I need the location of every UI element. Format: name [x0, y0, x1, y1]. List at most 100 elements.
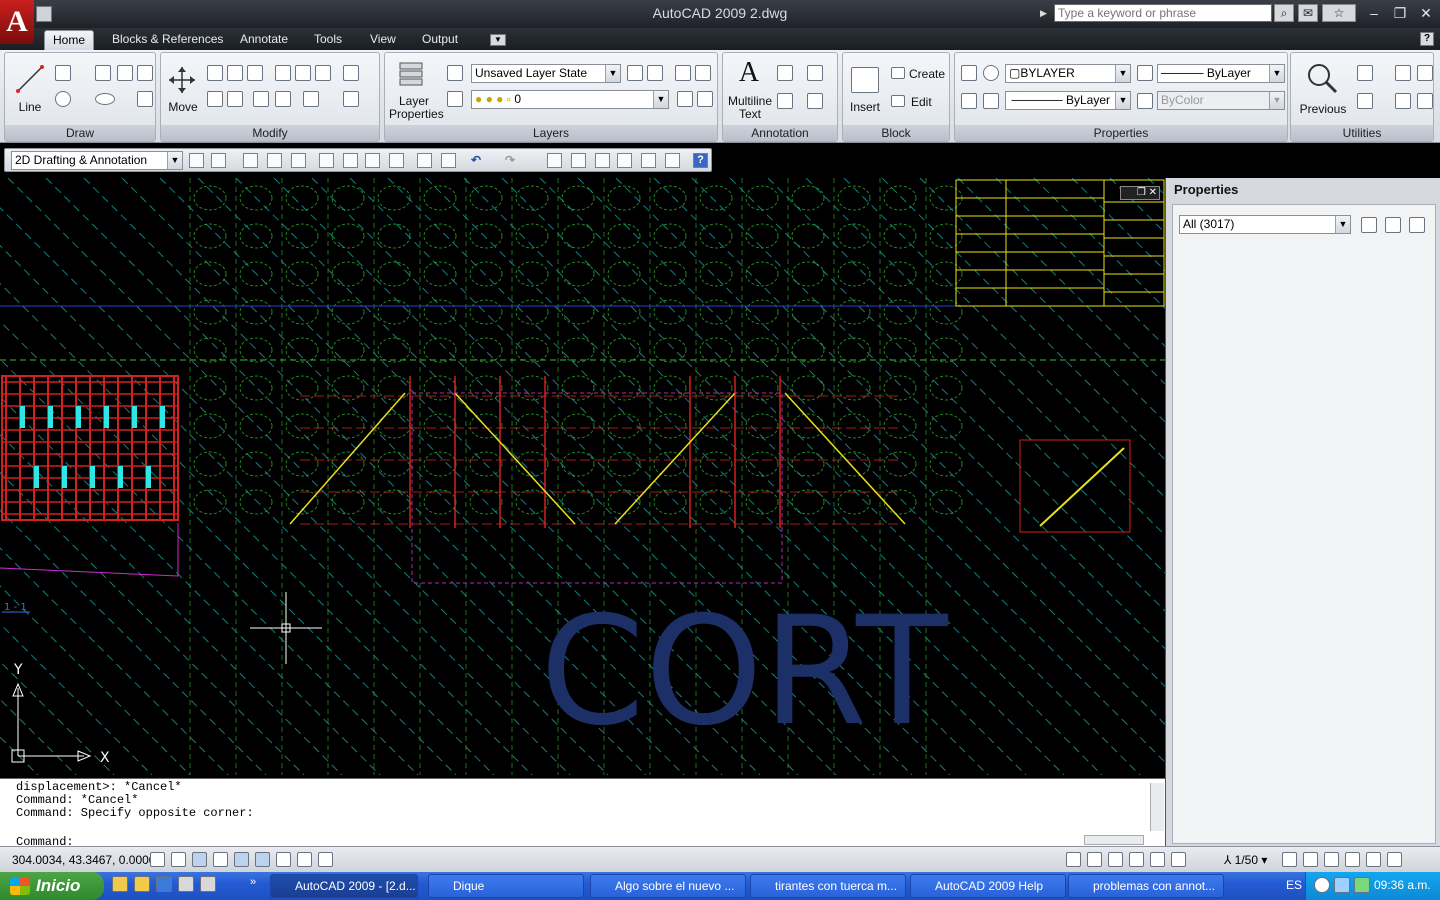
erase-icon[interactable]	[207, 91, 223, 107]
zoom-previous-icon[interactable]	[1305, 61, 1339, 95]
tab-blocks-references[interactable]: Blocks & References	[104, 30, 231, 50]
fullscreen-icon[interactable]	[1387, 852, 1402, 867]
annotation-panel-title[interactable]: Annotation	[723, 125, 837, 141]
line-icon[interactable]	[15, 63, 45, 95]
application-menu-button[interactable]: A	[0, 0, 34, 44]
folder-icon[interactable]	[112, 876, 128, 892]
cut-icon[interactable]	[1395, 93, 1411, 109]
color-select[interactable]: ▢BYLAYER ▼	[1005, 64, 1131, 83]
list-icon[interactable]	[961, 93, 977, 109]
toggle-pickadd-icon[interactable]	[1361, 217, 1377, 233]
task-folder[interactable]: tirantes con tuerca m...	[750, 874, 906, 898]
quick-launch-expand-icon[interactable]: »	[250, 876, 256, 888]
create-block-icon[interactable]	[891, 67, 905, 79]
stretch-icon[interactable]	[275, 65, 291, 81]
steeringwheel-icon[interactable]	[1150, 852, 1165, 867]
grid-icon[interactable]	[171, 852, 186, 867]
modify-panel-title[interactable]: Modify	[161, 125, 379, 141]
block-panel-title[interactable]: Block	[843, 125, 949, 141]
zoom-status-icon[interactable]	[1129, 852, 1144, 867]
plotstyle-icon[interactable]	[1137, 93, 1153, 109]
customize-icon[interactable]	[211, 153, 226, 168]
plot-icon[interactable]	[319, 153, 334, 168]
quick-access-toolbar-button[interactable]	[36, 6, 52, 22]
rotate-icon[interactable]	[227, 65, 243, 81]
task-browser-2[interactable]: problemas con annot...	[1068, 874, 1224, 898]
properties-panel-title[interactable]: Properties	[955, 125, 1287, 141]
fillet-icon[interactable]	[295, 65, 311, 81]
search-icon[interactable]: ⌕	[1274, 4, 1294, 22]
circle-icon[interactable]	[55, 91, 71, 107]
calculator-icon[interactable]	[665, 153, 680, 168]
lineweight-toggle-icon[interactable]	[318, 852, 333, 867]
draw-panel-title[interactable]: Draw	[5, 125, 155, 141]
language-indicator[interactable]: ES	[1286, 878, 1302, 892]
layer-off-icon[interactable]	[677, 91, 693, 107]
help-tool-icon[interactable]: ?	[693, 153, 708, 168]
explode-icon[interactable]	[227, 91, 243, 107]
move-icon[interactable]	[167, 65, 197, 95]
program-icon[interactable]	[200, 876, 216, 892]
save-icon[interactable]	[291, 153, 306, 168]
help-icon[interactable]: ?	[1420, 32, 1434, 46]
match-icon[interactable]	[1417, 93, 1433, 109]
match-layer-icon[interactable]	[647, 65, 663, 81]
open-file-icon[interactable]	[267, 153, 282, 168]
restore-icon[interactable]: ❐	[1388, 5, 1412, 22]
match-properties-icon[interactable]	[961, 65, 977, 81]
layers-panel-title[interactable]: Layers	[385, 125, 717, 141]
layer-properties-icon[interactable]	[397, 59, 427, 89]
polyline-icon[interactable]	[55, 65, 71, 81]
coordinate-readout[interactable]: 304.0034, 43.3467, 0.0000	[12, 853, 155, 867]
viewport-close-icon[interactable]: ❐ ✕	[1120, 186, 1160, 200]
dimension-icon[interactable]	[807, 65, 823, 81]
dyn-icon[interactable]	[297, 852, 312, 867]
communication-center-icon[interactable]: ✉	[1298, 4, 1318, 22]
connection-icon[interactable]	[1354, 877, 1370, 893]
layer-walk-icon[interactable]	[447, 91, 463, 107]
pan-status-icon[interactable]	[1108, 852, 1123, 867]
pan-icon[interactable]	[547, 153, 562, 168]
offset-icon[interactable]	[343, 91, 359, 107]
workspace-settings-icon[interactable]	[189, 153, 204, 168]
quick-select-filter-icon[interactable]	[1409, 217, 1425, 233]
undo-icon[interactable]: ↶	[471, 153, 486, 168]
trim-icon[interactable]	[247, 65, 263, 81]
tool-palettes-icon[interactable]	[617, 153, 632, 168]
tab-home[interactable]: Home	[44, 30, 95, 50]
showmotion-icon[interactable]	[1171, 852, 1186, 867]
minimize-icon[interactable]: –	[1362, 5, 1386, 21]
task-autocad-help[interactable]: AutoCAD 2009 Help	[910, 874, 1066, 898]
insert-block-icon[interactable]	[851, 67, 879, 93]
sheet-set-icon[interactable]	[641, 153, 656, 168]
favorites-icon[interactable]: ☆	[1322, 4, 1356, 22]
command-scrollbar[interactable]	[1150, 783, 1164, 831]
leader-icon[interactable]	[807, 93, 823, 109]
layer-state-select[interactable]: Unsaved Layer State ▼	[471, 64, 621, 83]
line-button-label[interactable]: Line	[13, 101, 47, 114]
insert-label[interactable]: Insert	[847, 101, 883, 114]
layout-icon[interactable]	[1087, 852, 1102, 867]
lineweight-select[interactable]: ───── ByLayer ▼	[1157, 64, 1285, 83]
arc-icon[interactable]	[95, 65, 111, 81]
browser-icon[interactable]	[156, 876, 172, 892]
model-icon[interactable]	[1066, 852, 1081, 867]
lineweight-icon[interactable]	[1137, 65, 1153, 81]
properties-tool-icon[interactable]	[571, 153, 586, 168]
program-icon[interactable]	[178, 876, 194, 892]
workspace-select[interactable]: 2D Drafting & Annotation ▼	[11, 151, 183, 170]
tab-output[interactable]: Output	[414, 30, 466, 50]
task-autocad[interactable]: AutoCAD 2009 - [2.d...	[270, 874, 418, 898]
chamfer-icon[interactable]	[303, 91, 319, 107]
create-label[interactable]: Create	[909, 68, 945, 81]
edit-block-icon[interactable]	[891, 95, 905, 107]
lock-icon[interactable]	[1345, 852, 1360, 867]
folder-icon[interactable]	[134, 876, 150, 892]
publish-icon[interactable]	[365, 153, 380, 168]
plot-preview-icon[interactable]	[343, 153, 358, 168]
annotation-visibility-icon[interactable]	[1282, 852, 1297, 867]
match-properties-tool-icon[interactable]	[417, 153, 432, 168]
clean-screen-icon[interactable]	[1366, 852, 1381, 867]
ortho-icon[interactable]	[192, 852, 207, 867]
edit-label[interactable]: Edit	[911, 96, 932, 109]
